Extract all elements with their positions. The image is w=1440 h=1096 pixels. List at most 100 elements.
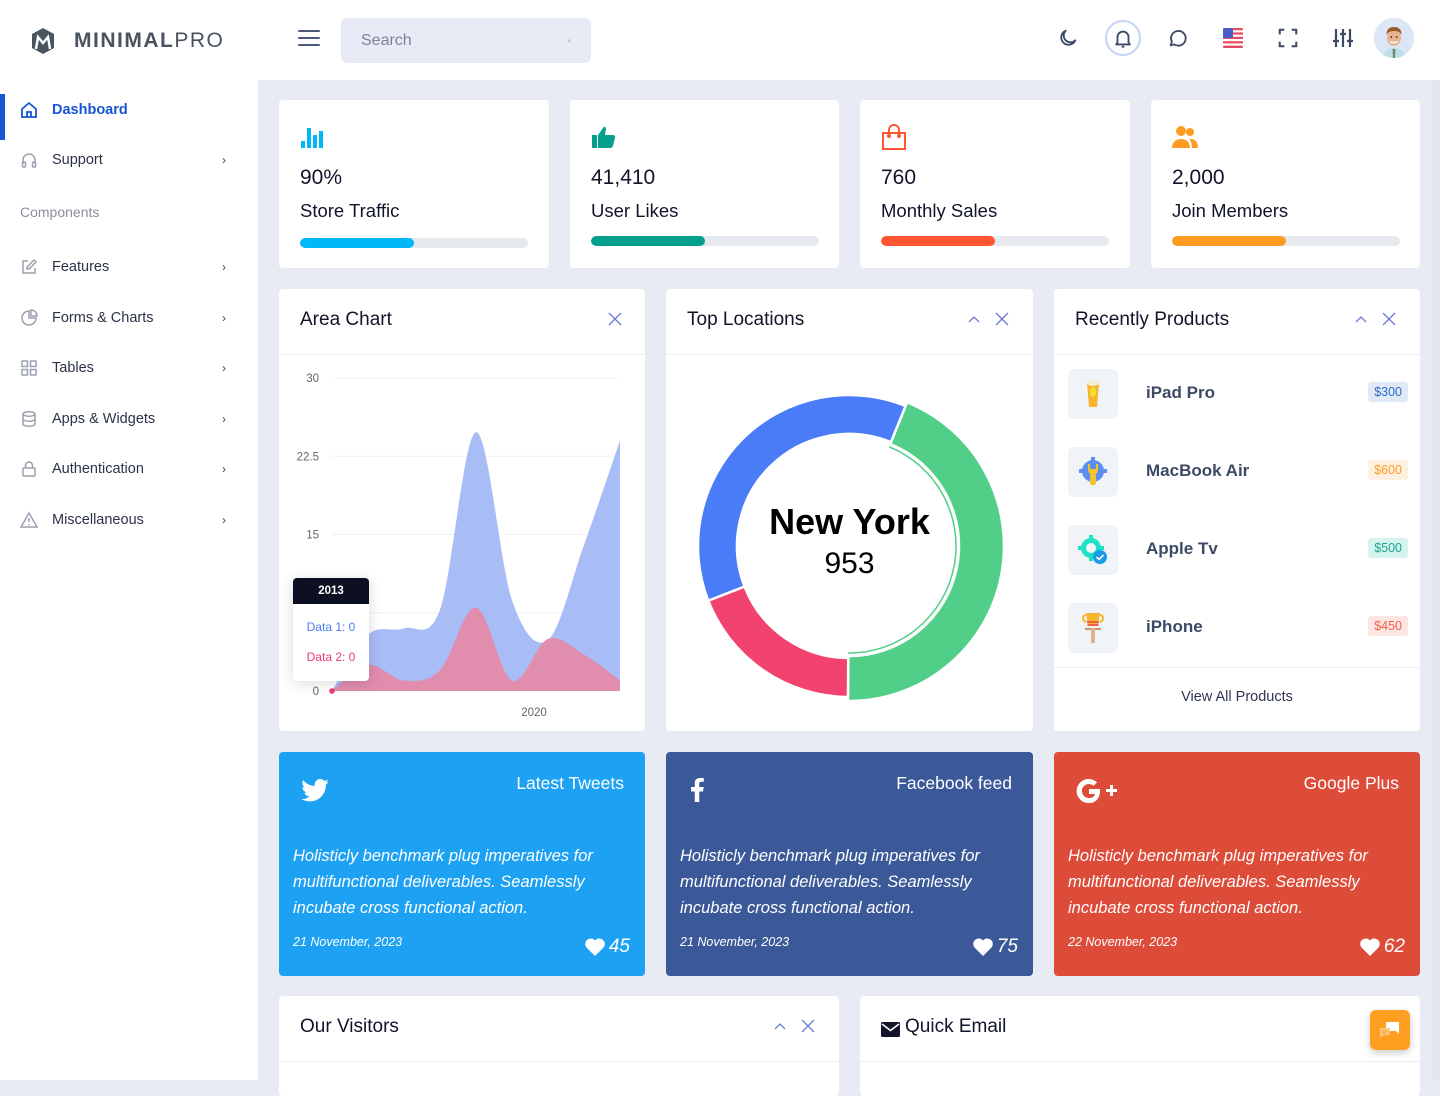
collapse-icon[interactable] [1353,311,1369,327]
bell-icon [1115,30,1131,48]
panel-title: Quick Email [905,1016,1007,1037]
sidebar-section-label: Components [20,204,100,220]
sidebar-item-authentication[interactable]: Authentication › [0,449,259,489]
dark-mode-button[interactable] [1050,20,1086,56]
likes-count[interactable]: 75 [973,936,1018,958]
panel-header: Our Visitors [279,996,839,1062]
stat-value: 760 [881,166,917,189]
donut-center-label: New York [769,501,930,542]
y-tick-label: 15 [306,530,319,542]
brand-name-light: PRO [174,29,225,52]
sidebar-item-label: Features [52,259,110,275]
chart-tooltip: 2013 Data 1: 0 Data 2: 0 [293,578,369,681]
progress-fill [591,236,705,246]
likes-value: 75 [996,936,1018,957]
sidebar-item-support[interactable]: Support › [0,140,259,180]
y-tick-label: 22.5 [297,451,319,463]
shopping-bag-icon [882,124,906,150]
menu-toggle-button[interactable] [298,30,320,48]
sidebar-item-apps-widgets[interactable]: Apps & Widgets › [0,399,259,439]
donut-slice-2[interactable] [706,584,850,699]
product-name: iPad Pro [1146,383,1215,402]
facebook-icon [691,778,704,802]
stat-value: 41,410 [591,166,656,189]
product-row[interactable]: iPhone $450 [1068,603,1408,653]
stat-card-store-traffic: 90% Store Traffic [279,100,549,268]
sidebar-item-label: Apps & Widgets [52,411,156,427]
gear-check-icon [1078,535,1107,564]
progress-fill [881,236,995,246]
chat-support-button[interactable] [1370,1010,1410,1050]
bar-chart-icon [301,128,323,148]
thumbs-up-icon [592,126,616,148]
avatar-illustration-icon [1374,18,1414,58]
social-card-text: Holisticly benchmark plug imperatives fo… [293,847,593,917]
tooltip-data1: Data 1: 0 [306,620,356,634]
sidebar-item-label: Dashboard [52,102,128,118]
user-avatar[interactable] [1374,18,1414,58]
sidebar-item-forms-charts[interactable]: Forms & Charts › [0,298,259,338]
language-button[interactable] [1215,20,1251,56]
chat-bubbles-icon [1380,1022,1399,1038]
headphones-icon [20,151,38,169]
sidebar-item-label: Authentication [52,461,144,477]
notifications-button[interactable] [1105,20,1141,56]
social-card-text: Holisticly benchmark plug imperatives fo… [680,847,980,917]
twitter-icon [301,779,329,802]
sidebar-item-label: Tables [52,360,94,376]
search-icon[interactable] [568,35,571,47]
social-card-date: 22 November, 2023 [1068,935,1178,949]
likes-count[interactable]: 45 [585,936,630,958]
stat-label: Join Members [1172,200,1289,221]
progress-bar [591,236,819,246]
social-card-title: Google Plus [1303,773,1399,793]
close-icon[interactable] [1381,311,1397,327]
sidebar-item-label: Support [52,152,103,168]
view-all-products-link[interactable]: View All Products [1054,689,1420,705]
torch-icon [1082,613,1104,643]
page-scrollbar[interactable] [1432,80,1440,1080]
alert-triangle-icon [20,511,38,529]
product-row[interactable]: MacBook Air $600 [1068,447,1408,497]
stat-value: 2,000 [1172,166,1225,189]
product-row[interactable]: Apple Tv $500 [1068,525,1408,575]
sidebar-item-dashboard[interactable]: Dashboard [0,90,259,140]
messages-button[interactable] [1160,20,1196,56]
topbar: MINIMALPRO [0,0,1440,80]
sidebar-item-label: Forms & Charts [52,310,154,326]
sidebar-item-features[interactable]: Features › [0,247,259,287]
top-locations-panel: Top Locations New York 953 [666,289,1033,731]
likes-count[interactable]: 62 [1360,936,1405,958]
social-card-title: Latest Tweets [516,773,624,793]
chevron-right-icon: › [222,311,226,325]
stat-label: Store Traffic [300,200,400,221]
area-chart-panel: Area Chart 0 15 22.5 30 2020 2013 Data 1: 0 … [279,289,645,731]
product-price-badge: $300 [1368,382,1408,402]
sidebar-item-miscellaneous[interactable]: Miscellaneous › [0,500,259,540]
home-icon [20,101,38,119]
social-card-title: Facebook feed [896,773,1012,793]
progress-bar [881,236,1109,246]
progress-fill [1172,236,1286,246]
fullscreen-button[interactable] [1270,20,1306,56]
customizer-button[interactable] [1325,20,1361,56]
product-row[interactable]: iPad Pro $300 [1068,369,1408,419]
progress-fill [300,238,414,248]
sidebar-item-label: Miscellaneous [52,512,144,528]
stat-card-join-members: 2,000 Join Members [1151,100,1420,268]
heart-icon [973,938,993,956]
close-icon[interactable] [800,1018,816,1034]
sidebar-item-tables[interactable]: Tables › [0,348,259,388]
grid-icon [20,359,38,377]
collapse-icon[interactable] [772,1018,788,1034]
brand-logo[interactable]: MINIMALPRO [30,27,224,55]
facebook-card: Facebook feed Holisticly benchmark plug … [666,752,1033,976]
brand-name: MINIMALPRO [74,29,224,53]
twitter-card: Latest Tweets Holisticly benchmark plug … [279,752,645,976]
chevron-right-icon: › [222,260,226,274]
settings-sliders-icon [1333,29,1353,47]
chevron-right-icon: › [222,462,226,476]
envelope-icon [881,1022,900,1037]
tooltip-data2: Data 2: 0 [306,650,356,664]
search-input[interactable] [361,31,568,50]
